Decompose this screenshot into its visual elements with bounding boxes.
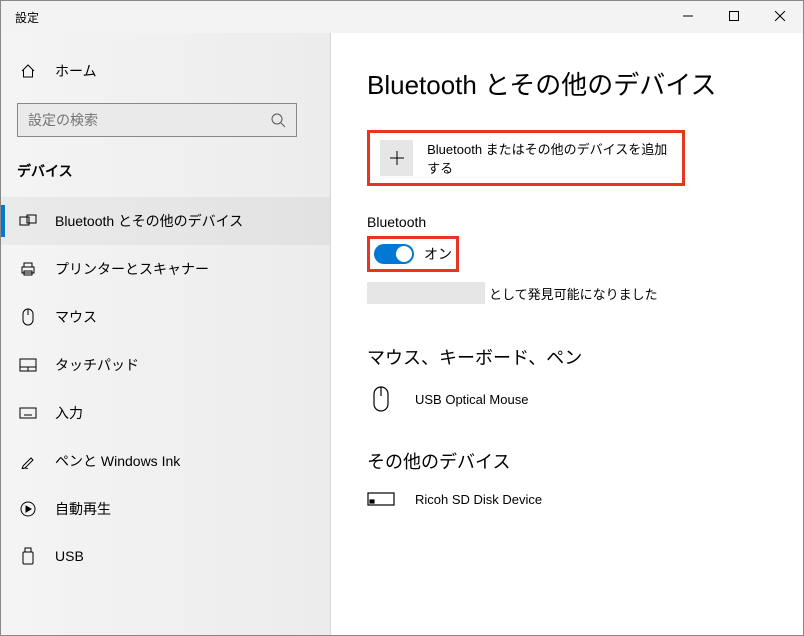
sidebar-item-label: Bluetooth とその他のデバイス [55, 211, 243, 231]
device-row[interactable]: USB Optical Mouse [367, 386, 773, 412]
discoverable-row: として発見可能になりました [367, 282, 773, 304]
main-panel: Bluetooth とその他のデバイス Bluetooth またはその他のデバイ… [331, 33, 803, 635]
settings-window: 設定 ホーム [0, 0, 804, 636]
bluetooth-toggle[interactable] [374, 244, 414, 264]
device-name-redacted [367, 282, 485, 304]
mouse-device-icon [367, 386, 395, 412]
group-title-other: その他のデバイス [367, 448, 773, 474]
maximize-icon [729, 11, 739, 21]
sidebar-item-label: USB [55, 548, 84, 564]
search-wrap [1, 89, 330, 151]
home-label: ホーム [55, 61, 97, 81]
home-nav[interactable]: ホーム [1, 53, 330, 89]
device-row[interactable]: Ricoh SD Disk Device [367, 490, 773, 508]
sidebar-item-touchpad[interactable]: タッチパッド [1, 341, 330, 389]
device-name: Ricoh SD Disk Device [415, 492, 542, 507]
maximize-button[interactable] [711, 1, 757, 31]
window-title: 設定 [1, 1, 39, 26]
pen-icon [19, 453, 37, 469]
minimize-button[interactable] [665, 1, 711, 31]
window-controls [665, 1, 803, 31]
sidebar-item-usb[interactable]: USB [1, 533, 330, 579]
touchpad-icon [19, 358, 37, 372]
add-device-button[interactable]: Bluetooth またはその他のデバイスを追加する [367, 130, 685, 186]
sidebar-item-bluetooth[interactable]: Bluetooth とその他のデバイス [1, 197, 330, 245]
mouse-icon [19, 308, 37, 326]
sidebar-item-label: プリンターとスキャナー [55, 259, 209, 279]
sidebar-item-label: タッチパッド [55, 355, 139, 375]
bluetooth-toggle-label: オン [424, 244, 452, 264]
sidebar-item-printers[interactable]: プリンターとスキャナー [1, 245, 330, 293]
sidebar: ホーム デバイス Bluetooth とその他のデバイス [1, 33, 331, 635]
keyboard-icon [19, 407, 37, 419]
titlebar: 設定 [1, 1, 803, 33]
nav-list: Bluetooth とその他のデバイス プリンターとスキャナー マウス [1, 197, 330, 579]
autoplay-icon [19, 501, 37, 517]
close-icon [775, 11, 785, 21]
sidebar-item-mouse[interactable]: マウス [1, 293, 330, 341]
bluetooth-header: Bluetooth [367, 214, 773, 230]
add-device-label: Bluetooth またはその他のデバイスを追加する [427, 139, 672, 177]
sidebar-item-pen[interactable]: ペンと Windows Ink [1, 437, 330, 485]
printer-icon [19, 261, 37, 277]
search-input[interactable] [28, 112, 270, 128]
usb-icon [19, 547, 37, 565]
bluetooth-devices-icon [19, 213, 37, 229]
home-icon [19, 63, 37, 79]
plus-icon [380, 140, 413, 176]
sidebar-item-typing[interactable]: 入力 [1, 389, 330, 437]
sidebar-item-autoplay[interactable]: 自動再生 [1, 485, 330, 533]
search-box[interactable] [17, 103, 297, 137]
close-button[interactable] [757, 1, 803, 31]
group-title-mkp: マウス、キーボード、ペン [367, 344, 773, 370]
storage-device-icon [367, 490, 395, 508]
bluetooth-toggle-row: オン [367, 236, 459, 272]
discoverable-text: として発見可能になりました [489, 284, 658, 303]
search-icon [270, 112, 286, 128]
sidebar-item-label: 入力 [55, 403, 83, 423]
content-area: ホーム デバイス Bluetooth とその他のデバイス [1, 33, 803, 635]
device-name: USB Optical Mouse [415, 392, 528, 407]
toggle-knob [396, 246, 412, 262]
minimize-icon [683, 11, 693, 21]
sidebar-section-label: デバイス [1, 151, 330, 197]
page-title: Bluetooth とその他のデバイス [367, 65, 773, 102]
sidebar-item-label: 自動再生 [55, 499, 111, 519]
sidebar-item-label: マウス [55, 307, 97, 327]
sidebar-item-label: ペンと Windows Ink [55, 451, 180, 471]
